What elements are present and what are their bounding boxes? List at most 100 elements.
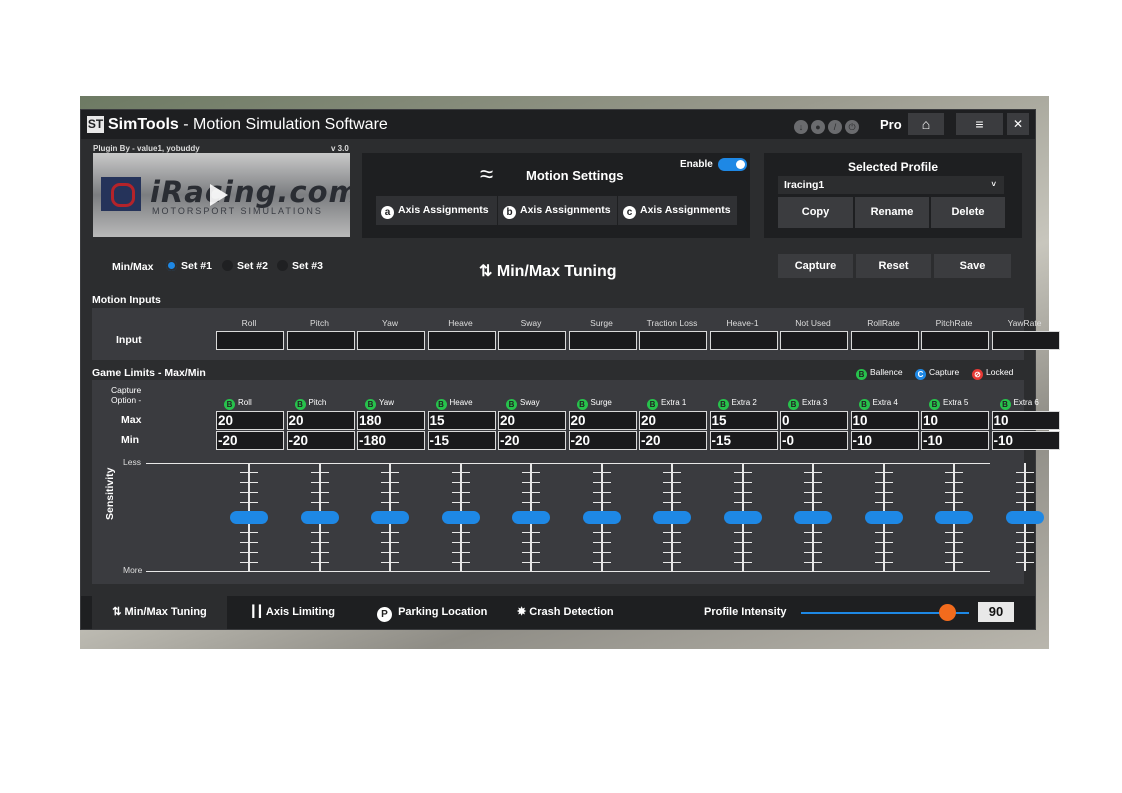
set-label: Set #3	[292, 260, 323, 272]
rename-button[interactable]: Rename	[855, 197, 929, 228]
sensitivity-slider-handle[interactable]	[723, 511, 762, 524]
power-icon[interactable]: ⏻	[845, 120, 859, 134]
menu-icon[interactable]: ≡	[956, 113, 1003, 135]
home-icon[interactable]: ⌂	[908, 113, 944, 135]
wrench-icon[interactable]: /	[828, 120, 842, 134]
max-value-input[interactable]: 15	[427, 411, 496, 430]
enable-toggle[interactable]	[718, 158, 747, 171]
motion-input-cell[interactable]	[427, 331, 496, 350]
axis-assignments-a-button[interactable]: a Axis Assignments	[376, 196, 497, 225]
ballence-icon: B	[788, 399, 799, 410]
capture-option-header[interactable]: B Heave	[435, 398, 473, 410]
motion-input-cell[interactable]	[850, 331, 919, 350]
capture-option-header[interactable]: B Roll	[224, 398, 252, 410]
min-value-input[interactable]: -10	[991, 431, 1060, 450]
capture-option-header[interactable]: B Extra 4	[858, 398, 898, 410]
motion-input-cell[interactable]	[498, 331, 566, 350]
delete-button[interactable]: Delete	[931, 197, 1005, 228]
max-value-input[interactable]: 20	[568, 411, 637, 430]
max-value-input[interactable]: 10	[921, 411, 989, 430]
min-value-input[interactable]: -20	[216, 431, 284, 450]
game-banner[interactable]: iRacing.com MOTORSPORT SIMULATIONS	[93, 153, 350, 237]
capture-option-header[interactable]: B Yaw	[365, 398, 394, 410]
ballence-icon: B	[294, 399, 306, 410]
sensitivity-slider-handle[interactable]	[1005, 511, 1044, 524]
capture-option-header[interactable]: B Surge	[576, 398, 612, 410]
motion-input-cell[interactable]	[286, 331, 355, 350]
sensitivity-slider-handle[interactable]	[864, 511, 903, 524]
min-value-input[interactable]: -15	[427, 431, 496, 450]
tab-crash-detection[interactable]: ✸ Crash Detection	[517, 596, 614, 629]
motion-input-cell[interactable]	[709, 331, 778, 350]
set-1-radio[interactable]: Set #1	[166, 260, 212, 272]
capture-option-header[interactable]: B Extra 2	[717, 398, 757, 410]
motion-input-cell[interactable]	[357, 331, 425, 350]
max-value-input[interactable]: 0	[780, 411, 848, 430]
tab-axis-limiting[interactable]: ┃┃ Axis Limiting	[250, 596, 335, 629]
max-value-input[interactable]: 10	[991, 411, 1060, 430]
motion-input-cell[interactable]	[991, 331, 1060, 350]
sensitivity-slider-handle[interactable]	[582, 511, 621, 524]
axis-assignments-b-button[interactable]: b Axis Assignments	[498, 196, 617, 225]
save-button[interactable]: Save	[934, 254, 1011, 278]
capture-option-header[interactable]: B Pitch	[294, 398, 326, 410]
circle-icon[interactable]: ●	[811, 120, 825, 134]
sensitivity-slider-handle[interactable]	[935, 511, 973, 524]
set-2-radio[interactable]: Set #2	[222, 260, 268, 272]
max-value-input[interactable]: 20	[639, 411, 707, 430]
intensity-slider-handle[interactable]	[939, 604, 957, 621]
max-value-input[interactable]: 10	[850, 411, 919, 430]
reset-button[interactable]: Reset	[856, 254, 931, 278]
close-icon[interactable]: ✕	[1007, 113, 1029, 135]
min-value-input[interactable]: -10	[850, 431, 919, 450]
min-value-input[interactable]: -15	[709, 431, 778, 450]
max-value-input[interactable]: 15	[709, 411, 778, 430]
download-icon[interactable]: ↓	[794, 120, 808, 134]
sensitivity-slider-handle[interactable]	[794, 511, 832, 524]
min-value-input[interactable]: -20	[639, 431, 707, 450]
copy-button[interactable]: Copy	[778, 197, 853, 228]
motion-input-cell[interactable]	[780, 331, 848, 350]
profile-intensity-value[interactable]: 90	[978, 602, 1014, 622]
set-3-radio[interactable]: Set #3	[277, 260, 323, 272]
motion-settings-panel: ≈ Motion Settings Enable a Axis Assignmen…	[362, 153, 750, 238]
min-value-input[interactable]: -0	[780, 431, 848, 450]
min-value-input[interactable]: -20	[568, 431, 637, 450]
capture-option-header[interactable]: B Extra 5	[929, 398, 968, 410]
motion-input-cell[interactable]	[921, 331, 989, 350]
capture-option-header[interactable]: B Extra 1	[647, 398, 686, 410]
ballence-icon: B	[717, 399, 729, 410]
title-bar: ST SimTools - Motion Simulation Software…	[81, 110, 1035, 139]
capture-button[interactable]: Capture	[778, 254, 853, 278]
min-value-input[interactable]: -20	[498, 431, 566, 450]
sensitivity-tick	[240, 532, 258, 533]
motion-input-cell[interactable]	[216, 331, 284, 350]
capture-option-header[interactable]: B Extra 3	[788, 398, 827, 410]
sensitivity-tick	[381, 552, 399, 553]
tab-minmax-tuning[interactable]: ⇅ Min/Max Tuning	[92, 596, 227, 629]
letter-c-icon: c	[623, 206, 636, 219]
max-value-input[interactable]: 20	[498, 411, 566, 430]
max-value-input[interactable]: 20	[286, 411, 355, 430]
sensitivity-tick	[381, 532, 399, 533]
max-value-input[interactable]: 180	[357, 411, 425, 430]
sensitivity-slider-handle[interactable]	[653, 511, 691, 524]
min-value-input[interactable]: -20	[286, 431, 355, 450]
axis-assignments-c-button[interactable]: c Axis Assignments	[618, 196, 737, 225]
profile-select[interactable]: Iracing1 ˅	[778, 176, 1004, 194]
play-icon[interactable]	[210, 184, 228, 206]
max-value-input[interactable]: 20	[216, 411, 284, 430]
min-value-input[interactable]: -180	[357, 431, 425, 450]
sensitivity-slider-handle[interactable]	[230, 511, 268, 524]
sensitivity-slider-handle[interactable]	[300, 511, 339, 524]
tab-parking-location[interactable]: P Parking Location	[377, 596, 487, 629]
min-value-input[interactable]: -10	[921, 431, 989, 450]
sensitivity-slider-handle[interactable]	[512, 511, 550, 524]
updown-arrows-icon: ⇅	[112, 606, 122, 618]
sensitivity-slider-handle[interactable]	[371, 511, 409, 524]
capture-option-header[interactable]: B Sway	[506, 398, 540, 410]
capture-option-header[interactable]: B Extra 6	[999, 398, 1039, 410]
sensitivity-slider-handle[interactable]	[441, 511, 480, 524]
motion-input-cell[interactable]	[639, 331, 707, 350]
motion-input-cell[interactable]	[568, 331, 637, 350]
